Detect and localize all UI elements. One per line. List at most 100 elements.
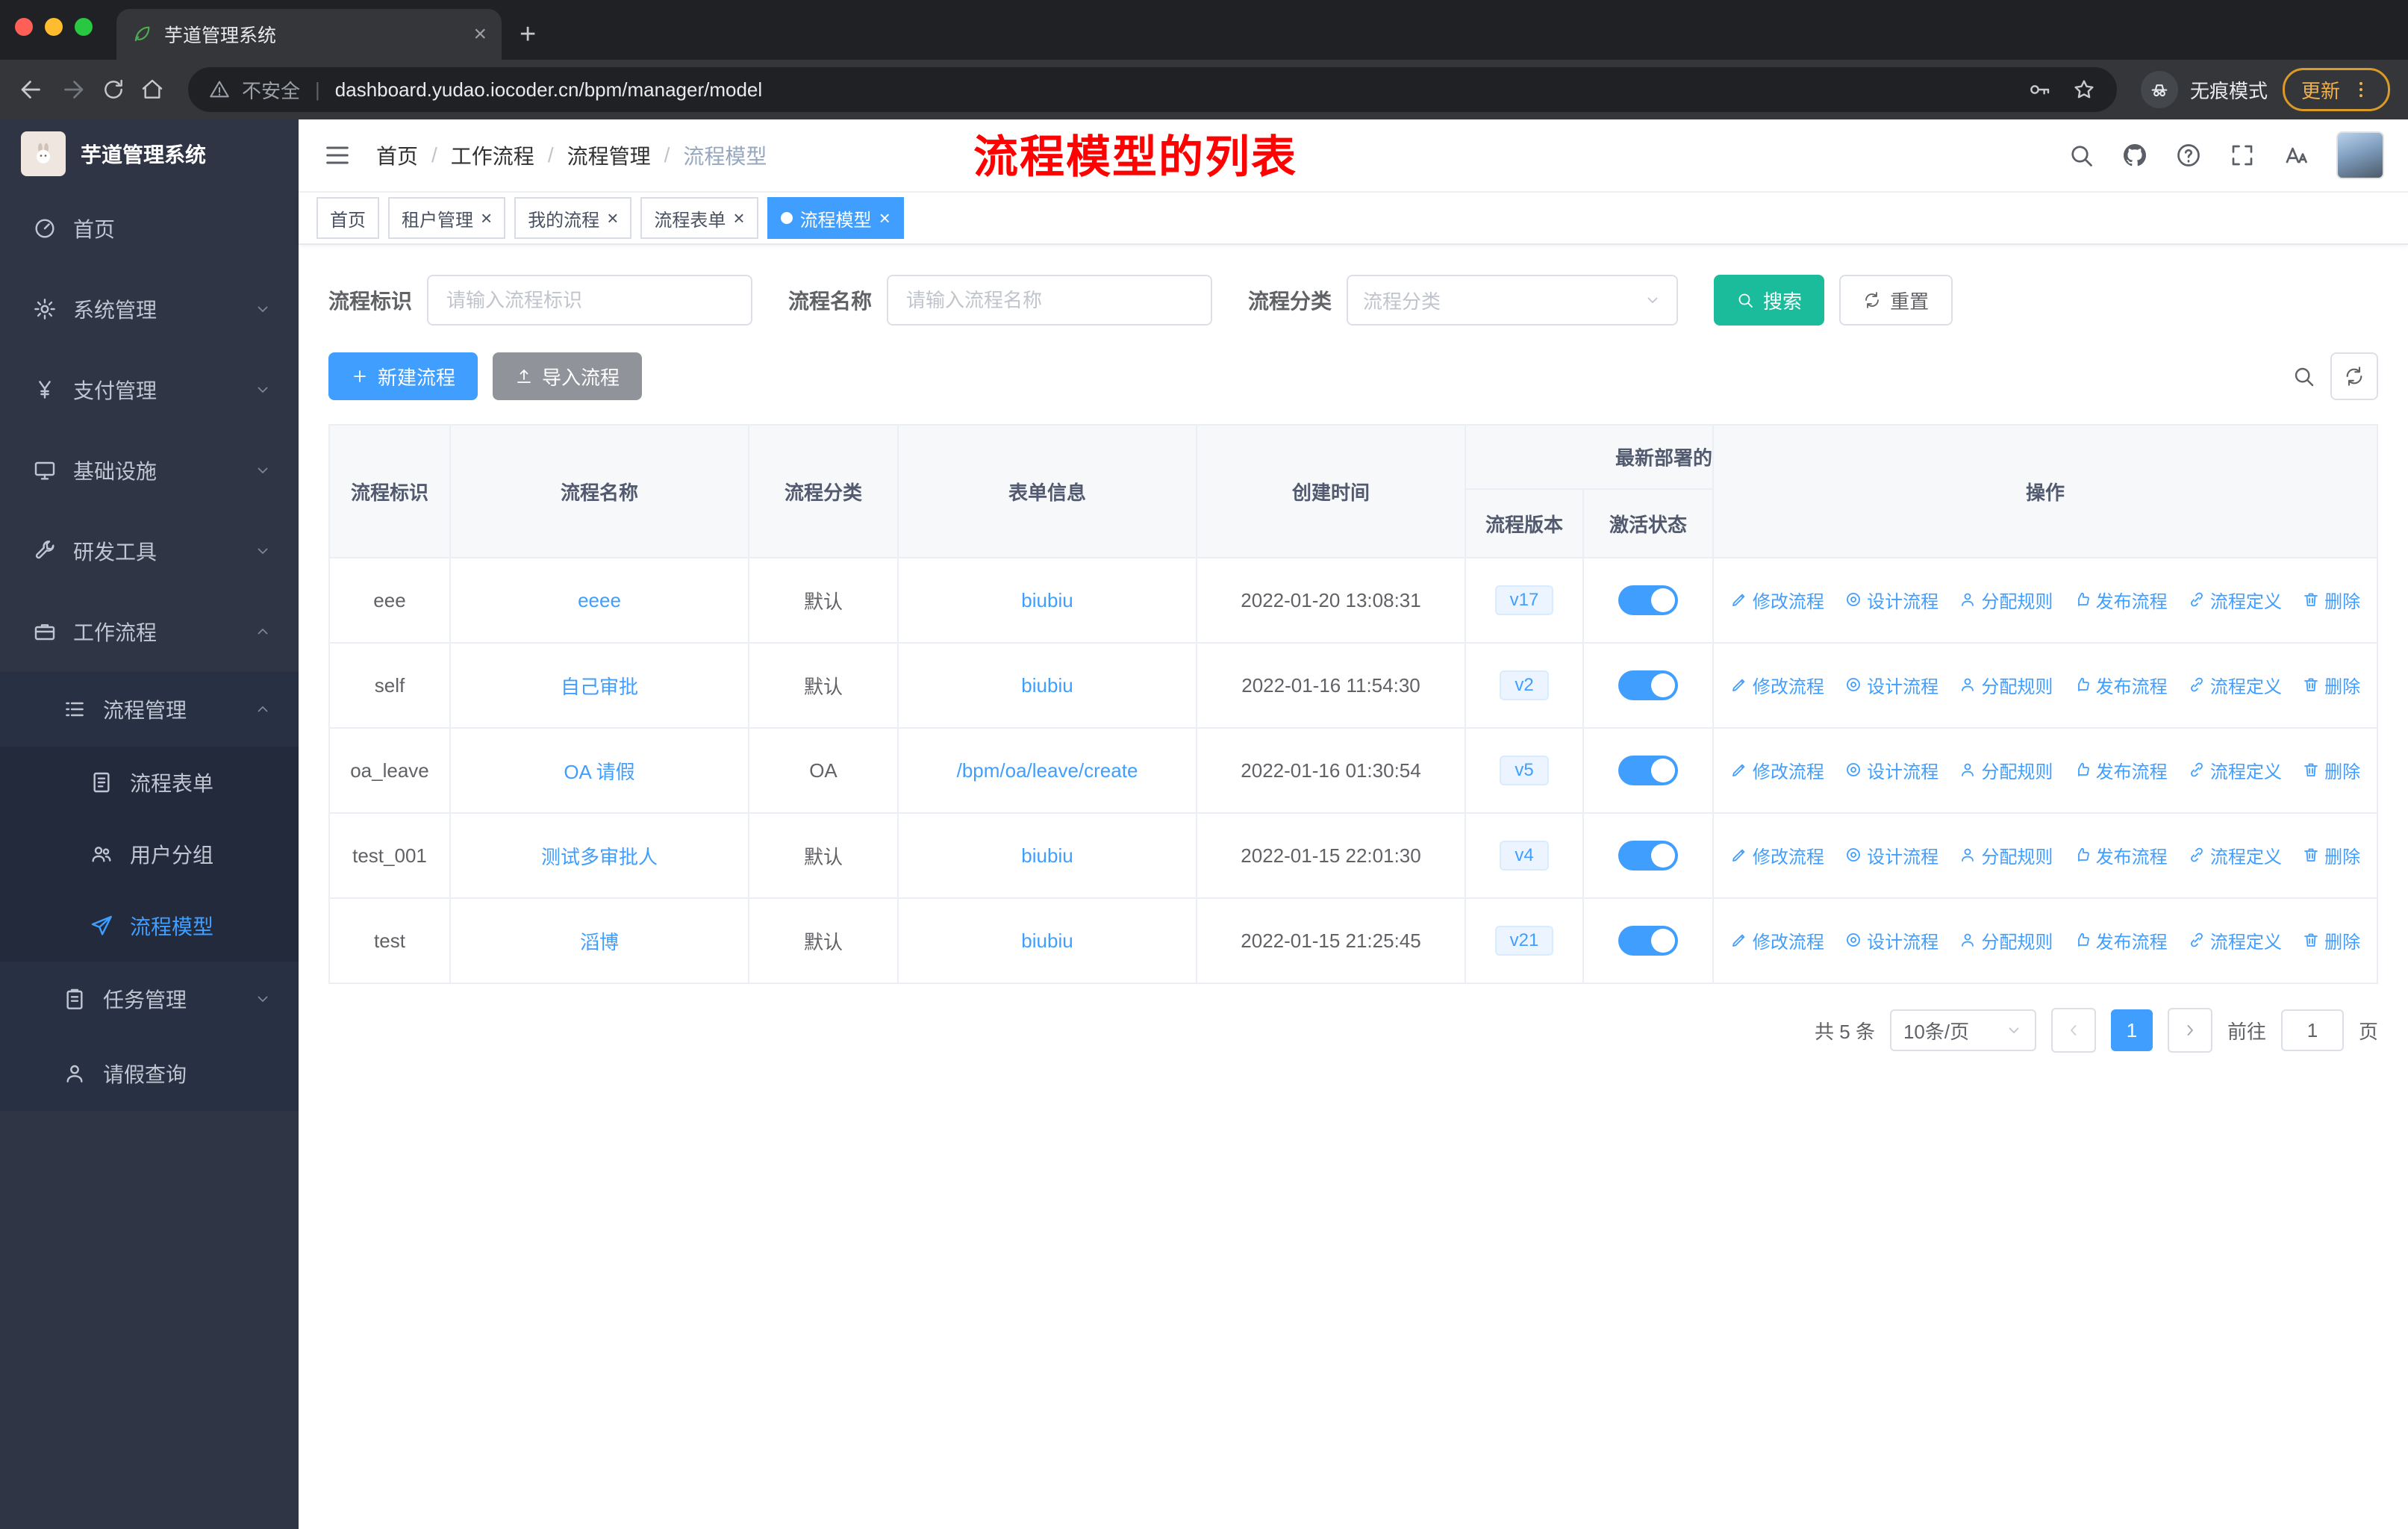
home-button[interactable] [140, 78, 164, 102]
form-info-link[interactable]: biubiu [1021, 674, 1073, 697]
op-delete-link[interactable]: 删除 [2302, 842, 2360, 868]
breadcrumb-workflow[interactable]: 工作流程 [451, 140, 534, 170]
process-key-input[interactable] [427, 275, 753, 326]
op-design-link[interactable]: 设计流程 [1844, 587, 1938, 613]
process-name-input[interactable] [887, 275, 1213, 326]
key-icon[interactable] [2027, 78, 2051, 102]
form-info-link[interactable]: biubiu [1021, 929, 1073, 952]
tag-my-process[interactable]: 我的流程 × [514, 197, 632, 239]
tag-process-form[interactable]: 流程表单 × [640, 197, 758, 239]
op-modify-link[interactable]: 修改流程 [1730, 587, 1824, 613]
fullscreen-icon[interactable] [2229, 142, 2256, 169]
op-design-link[interactable]: 设计流程 [1844, 927, 1938, 953]
process-name-link[interactable]: OA 请假 [564, 761, 634, 783]
op-delete-link[interactable]: 删除 [2302, 757, 2360, 783]
tag-home[interactable]: 首页 [316, 197, 379, 239]
form-info-link[interactable]: /bpm/oa/leave/create [957, 759, 1138, 782]
op-delete-link[interactable]: 删除 [2302, 927, 2360, 953]
op-design-link[interactable]: 设计流程 [1844, 757, 1938, 783]
op-delete-link[interactable]: 删除 [2302, 587, 2360, 613]
browser-tab[interactable]: 芋道管理系统 × [116, 9, 502, 60]
toggle-search-button[interactable] [2292, 364, 2315, 388]
tag-tenant-mgmt[interactable]: 租户管理 × [388, 197, 506, 239]
reload-button[interactable] [102, 78, 125, 102]
process-name-link[interactable]: 滔博 [580, 931, 619, 953]
sidebar-item-leave-query[interactable]: 请假查询 [0, 1036, 299, 1111]
prev-page-button[interactable] [2050, 1008, 2096, 1053]
op-assign-rule-link[interactable]: 分配规则 [1959, 587, 2053, 613]
refresh-table-button[interactable] [2330, 352, 2378, 400]
user-avatar[interactable] [2336, 131, 2384, 179]
hamburger-icon[interactable] [322, 140, 352, 170]
browser-update-button[interactable]: 更新 [2282, 68, 2390, 111]
op-assign-rule-link[interactable]: 分配规则 [1959, 842, 2053, 868]
maximize-window-button[interactable] [75, 18, 93, 36]
op-definition-link[interactable]: 流程定义 [2188, 757, 2282, 783]
minimize-window-button[interactable] [45, 18, 63, 36]
active-toggle[interactable] [1618, 841, 1678, 871]
help-icon[interactable] [2175, 142, 2202, 169]
kebab-menu-icon[interactable] [2351, 79, 2371, 100]
sidebar-item-infrastructure[interactable]: 基础设施 [0, 430, 299, 511]
close-icon[interactable]: × [481, 208, 492, 228]
reset-button[interactable]: 重置 [1839, 275, 1953, 326]
op-definition-link[interactable]: 流程定义 [2188, 587, 2282, 613]
sidebar-item-payment-mgmt[interactable]: 支付管理 [0, 349, 299, 430]
op-publish-link[interactable]: 发布流程 [2074, 757, 2168, 783]
category-select[interactable]: 流程分类 [1347, 275, 1679, 326]
forward-button[interactable] [60, 76, 87, 103]
op-publish-link[interactable]: 发布流程 [2074, 587, 2168, 613]
op-assign-rule-link[interactable]: 分配规则 [1959, 672, 2053, 698]
form-info-link[interactable]: biubiu [1021, 589, 1073, 611]
sidebar-item-user-group[interactable]: 用户分组 [0, 818, 299, 890]
op-publish-link[interactable]: 发布流程 [2074, 672, 2168, 698]
page-size-select[interactable]: 10条/页 [1889, 1009, 2036, 1051]
process-name-link[interactable]: 自己审批 [561, 676, 638, 698]
address-bar[interactable]: 不安全 | dashboard.yudao.iocoder.cn/bpm/man… [188, 67, 2117, 112]
op-modify-link[interactable]: 修改流程 [1730, 672, 1824, 698]
close-icon[interactable]: × [607, 208, 618, 228]
sidebar-item-task-mgmt[interactable]: 任务管理 [0, 962, 299, 1036]
op-modify-link[interactable]: 修改流程 [1730, 927, 1824, 953]
op-assign-rule-link[interactable]: 分配规则 [1959, 927, 2053, 953]
active-toggle[interactable] [1618, 585, 1678, 615]
close-window-button[interactable] [15, 18, 33, 36]
import-process-button[interactable]: 导入流程 [493, 352, 643, 400]
op-design-link[interactable]: 设计流程 [1844, 842, 1938, 868]
op-design-link[interactable]: 设计流程 [1844, 672, 1938, 698]
op-definition-link[interactable]: 流程定义 [2188, 927, 2282, 953]
sidebar-item-process-model[interactable]: 流程模型 [0, 890, 299, 962]
active-toggle[interactable] [1618, 926, 1678, 956]
tab-close-icon[interactable]: × [473, 23, 487, 46]
page-number-button[interactable]: 1 [2110, 1009, 2153, 1051]
sidebar-item-home[interactable]: 首页 [0, 188, 299, 269]
sidebar-item-system-mgmt[interactable]: 系统管理 [0, 269, 299, 349]
op-modify-link[interactable]: 修改流程 [1730, 842, 1824, 868]
op-delete-link[interactable]: 删除 [2302, 672, 2360, 698]
active-toggle[interactable] [1618, 670, 1678, 700]
close-icon[interactable]: × [733, 208, 744, 228]
op-definition-link[interactable]: 流程定义 [2188, 672, 2282, 698]
font-size-icon[interactable] [2283, 142, 2309, 169]
process-name-link[interactable]: eeee [578, 589, 621, 611]
tag-process-model[interactable]: 流程模型 × [767, 197, 904, 239]
close-icon[interactable]: × [879, 208, 890, 228]
goto-page-input[interactable] [2280, 1009, 2344, 1051]
breadcrumb-home[interactable]: 首页 [376, 140, 418, 170]
op-definition-link[interactable]: 流程定义 [2188, 842, 2282, 868]
op-modify-link[interactable]: 修改流程 [1730, 757, 1824, 783]
process-name-link[interactable]: 测试多审批人 [541, 846, 658, 868]
next-page-button[interactable] [2167, 1008, 2212, 1053]
active-toggle[interactable] [1618, 756, 1678, 785]
op-publish-link[interactable]: 发布流程 [2074, 927, 2168, 953]
create-process-button[interactable]: 新建流程 [328, 352, 478, 400]
star-bookmark-icon[interactable] [2072, 78, 2096, 102]
github-icon[interactable] [2121, 142, 2148, 169]
sidebar-item-process-mgmt[interactable]: 流程管理 [0, 672, 299, 747]
sidebar-item-dev-tools[interactable]: 研发工具 [0, 511, 299, 591]
sidebar-item-process-form[interactable]: 流程表单 [0, 747, 299, 818]
op-publish-link[interactable]: 发布流程 [2074, 842, 2168, 868]
search-icon[interactable] [2068, 142, 2094, 169]
new-tab-button[interactable]: + [520, 19, 536, 51]
back-button[interactable] [18, 76, 45, 103]
